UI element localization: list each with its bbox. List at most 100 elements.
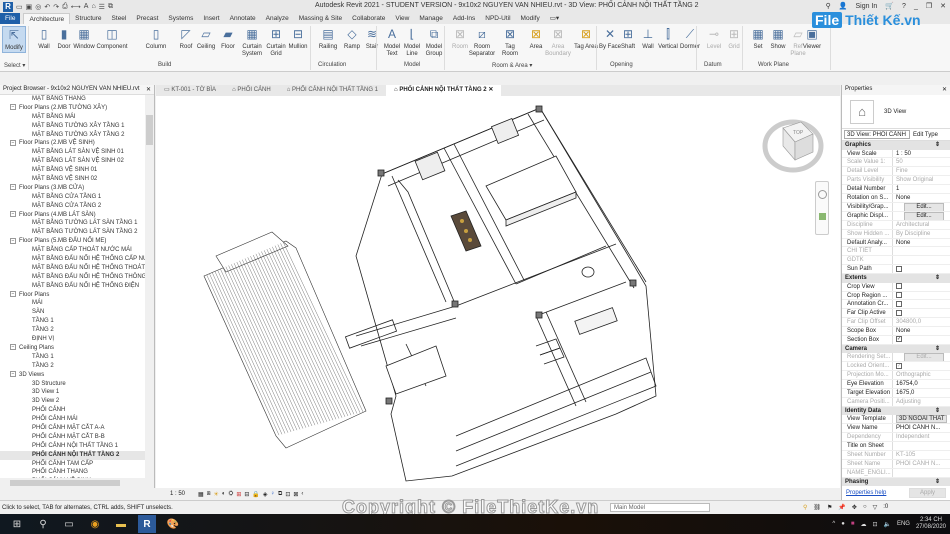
tree-group[interactable]: − Floor Plans (5.MB ĐẤU NỐI ME) [0,237,154,246]
select-pinned-icon[interactable]: 📌 [838,504,845,511]
zoom-icon[interactable] [818,213,826,220]
panel-label-room-area-[interactable]: Room & Area ▾ [492,62,532,69]
component-button[interactable]: ◫ Component [96,26,127,51]
vertical-scrollbar[interactable] [145,95,154,478]
select-links-icon[interactable]: ⛓ [813,504,821,511]
tree-item[interactable]: MẶT BẰNG ĐẤU NỐI HỆ THỐNG THOÁT N [0,264,154,273]
model-group-button[interactable]: ⧉ Model Group [422,26,446,58]
hide-isolate-icon[interactable]: ◈ [263,491,268,498]
tree-item[interactable]: MẶT BẰNG TƯỜNG XÂY TẦNG 2 [0,131,154,140]
tree-item[interactable]: SÀN [0,308,154,317]
tree-item[interactable]: MẶT BẰNG MÁI [0,113,154,122]
cart-icon[interactable]: 🛒 [885,2,894,10]
view-tab[interactable]: ▭ KT-001 - TỜ BÌA [156,85,224,96]
ribbon-tab-systems[interactable]: Systems [163,13,198,24]
clock[interactable]: 2:34 CH 27/08/2020 [916,517,946,531]
collapse-icon[interactable]: − [10,184,16,191]
close-tab-icon[interactable]: ✕ [487,87,493,93]
tree-item[interactable]: MẶT BẰNG LÁT SÀN VỆ SINH 02 [0,157,154,166]
open-icon[interactable]: ▭ [16,3,23,11]
chrome-icon[interactable]: ◉ [86,515,104,533]
tree-item[interactable]: MẶT BẰNG CỬA TẦNG 2 [0,202,154,211]
collapse-icon[interactable]: ⇕ [935,274,940,283]
properties-help-link[interactable]: Properties help [846,490,886,496]
tree-item[interactable]: 3D View 1 [0,388,154,397]
drag-elements-icon[interactable]: ✥ [852,504,857,511]
steering-wheel-icon[interactable] [817,190,827,199]
tree-item[interactable]: PHỐI CẢNH MÁI [0,415,154,424]
viewer-button[interactable]: ▣ Viewer [800,26,824,51]
tree-item[interactable]: PHỐI CẢNH MẶT CẮT A-A [0,424,154,433]
collapse-icon[interactable]: ⇕ [935,345,940,354]
tree-item[interactable]: MẶT BẰNG ĐẤU NỐI HỆ THỐNG CẤP NƯỚC [0,255,154,264]
tray-antivirus-icon[interactable]: ■ [851,521,855,527]
tree-item[interactable]: 3D View 2 [0,397,154,406]
property-value[interactable]: 1675,0 [893,389,950,397]
task-view-icon[interactable]: ▭ [60,515,78,533]
save-icon[interactable]: ▣ [26,3,33,11]
tree-group[interactable]: − Ceiling Plans [0,344,154,353]
restore-button[interactable]: ❐ [926,2,932,10]
collapse-icon[interactable]: − [10,211,16,217]
ribbon-tab-add-ins[interactable]: Add-Ins [448,13,480,24]
mullion-button[interactable]: ⊟ Mullion [286,26,310,51]
property-group-header[interactable]: Extents ⇕ [842,274,950,283]
property-value[interactable]: PHỐI CẢNH N... [893,424,950,432]
ribbon-tab-collaborate[interactable]: Collaborate [347,13,390,24]
property-checkbox[interactable] [896,309,902,316]
property-group-header[interactable]: Phasing ⇕ [842,477,950,487]
property-value[interactable]: None [893,327,950,335]
windows-start-icon[interactable]: ⊞ [8,515,26,533]
print-icon[interactable]: ⎙ [62,3,68,11]
tree-item[interactable]: TẦNG 1 [0,353,154,362]
tray-expand-icon[interactable]: ^ [832,521,835,527]
edit-type-button[interactable]: Edit Type [913,132,938,138]
property-value[interactable]: None [893,239,950,247]
tree-item[interactable]: MẶT BẰNG ĐẤU NỐI HỆ THỐNG THÔNG T [0,273,154,282]
property-edit-button[interactable]: Edit... [904,202,944,211]
property-value[interactable]: 16754,0 [893,380,950,388]
tree-group[interactable]: − Floor Plans (3.MB CỬA) [0,184,154,193]
binoculars-icon[interactable]: ⚲ [826,2,831,10]
view-tab[interactable]: ⌂ PHỐI CẢNH [224,85,279,96]
constraints-icon[interactable]: ⊠ [293,491,298,498]
help-icon[interactable]: ? [902,3,906,10]
horizontal-scrollbar[interactable] [0,478,154,488]
tree-item[interactable]: TẦNG 2 [0,326,154,335]
network-icon[interactable]: ⊡ [872,521,877,528]
detail-level-icon[interactable]: ▦ [198,491,204,498]
collapse-icon[interactable]: ⇕ [935,407,940,416]
model-line-button[interactable]: ⌊ Model Line [400,26,424,58]
curtain-grid-button[interactable]: ⊞ Curtain Grid [264,26,288,58]
workset-selector[interactable]: Main Model [610,503,710,512]
property-group-header[interactable]: Camera ⇕ [842,344,950,354]
search-icon[interactable]: ⚲ [34,515,52,533]
measure-icon[interactable]: ⟷ [71,3,81,11]
window-button[interactable]: ▦ Window [72,26,96,51]
property-checkbox[interactable]: ✓ [896,336,902,343]
property-value[interactable]: 1 [893,185,950,193]
collapse-icon[interactable]: − [10,237,16,244]
property-group-header[interactable]: Graphics ⇕ [842,141,950,150]
property-checkbox[interactable] [896,291,902,298]
ribbon-tab-file[interactable]: File [0,13,21,24]
property-group-header[interactable]: Identity Data ⇕ [842,406,950,416]
tree-item[interactable]: PHỐI CẢNH [0,406,154,415]
tree-item[interactable]: MÁI [0,299,154,308]
collapse-icon[interactable]: ⇕ [935,141,940,150]
tree-item[interactable]: TẦNG 1 [0,317,154,326]
tree-item[interactable]: ĐỊNH VỊ [0,335,154,344]
select-underlay-icon[interactable]: ⚑ [827,504,832,511]
ribbon-tab-analyze[interactable]: Analyze [261,13,294,24]
tree-group[interactable]: − Floor Plans (4.MB LÁT SÀN) [0,211,154,220]
paint-icon[interactable]: 🎨 [164,515,182,533]
railing-button[interactable]: ▤ Railing [316,26,340,51]
render-icon[interactable]: ⛭ [229,491,234,498]
3d-view-icon[interactable]: ⌂ [91,3,95,10]
sync-icon[interactable]: ◎ [35,3,41,11]
view-tab[interactable]: ⌂ PHỐI CẢNH NỘI THẤT TẦNG 1 [279,85,386,96]
tree-item[interactable]: PHỐI CẢNH THANG [0,468,154,477]
area-boundary-button[interactable]: ⊠ Area Boundary [545,26,571,58]
tree-item[interactable]: MẶT BẰNG ĐẤU NỐI HỆ THỐNG ĐIỆN [0,282,154,291]
scroll-thumb[interactable] [146,115,153,145]
